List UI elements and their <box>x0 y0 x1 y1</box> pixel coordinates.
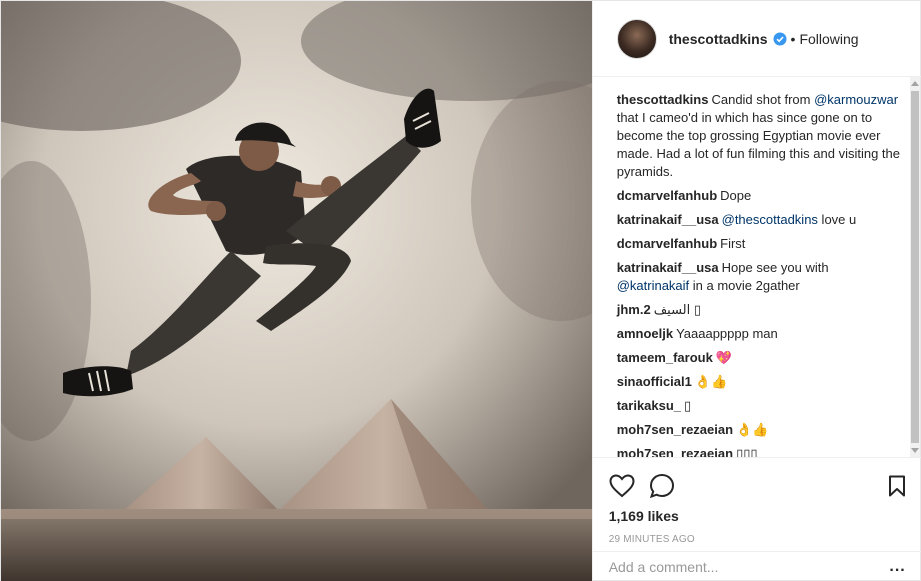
comment-item: amnoeljk Yaaaappppp man <box>617 325 901 343</box>
header-username[interactable]: thescottadkins <box>669 31 768 47</box>
comment-item: tarikaksu_ ▯ <box>617 397 901 415</box>
comment-username[interactable]: thescottadkins <box>617 92 709 107</box>
comment-username[interactable]: dcmarvelfanhub <box>617 236 717 251</box>
comment-username[interactable]: katrinakaif__usa <box>617 260 719 275</box>
comment-item: katrinakaif__usa @thescottadkins love u <box>617 211 901 229</box>
comment-username[interactable]: jhm.2 <box>617 302 651 317</box>
comment-username[interactable]: tameem_farouk <box>617 350 713 365</box>
comment-item: dcmarvelfanhub First <box>617 235 901 253</box>
post-side-panel: thescottadkins • Following thescottadkin… <box>591 1 921 581</box>
post-timestamp[interactable]: 29 MINUTES AGO <box>609 534 906 545</box>
comment-icon[interactable] <box>649 466 689 506</box>
heart-icon[interactable] <box>609 466 649 506</box>
comment-item: moh7sen_rezaeian 👌👍 <box>617 421 901 439</box>
comment-text: Yaaaappppp man <box>676 326 778 341</box>
comments-scrollbar[interactable] <box>910 77 920 457</box>
comment-username[interactable]: moh7sen_rezaeian <box>617 422 733 437</box>
comments-list: thescottadkins Candid shot from @karmouzw… <box>593 77 911 457</box>
comment-username[interactable]: dcmarvelfanhub <box>617 188 717 203</box>
comment-username[interactable]: sinaofficial1 <box>617 374 692 389</box>
comment-item: dcmarvelfanhub Dope <box>617 187 901 205</box>
comment-username[interactable]: katrinakaif__usa <box>617 212 719 227</box>
comment-username[interactable]: amnoeljk <box>617 326 673 341</box>
comment-username[interactable]: moh7sen_rezaeian <box>617 446 733 457</box>
add-comment-bar: ... <box>592 551 921 581</box>
comment-text: ▯ <box>684 398 692 413</box>
post-header: thescottadkins • Following <box>592 1 921 77</box>
scroll-down-arrow-icon[interactable] <box>911 448 919 453</box>
comment-mention-link[interactable]: @katrinakaif <box>617 278 689 293</box>
comment-text: 👌👍 <box>694 374 728 389</box>
bookmark-icon[interactable] <box>866 466 906 506</box>
comment-text: that I cameo'd in which has since gone o… <box>616 110 900 179</box>
scroll-thumb[interactable] <box>911 91 919 443</box>
comment-text: Candid shot from <box>711 92 815 107</box>
action-row <box>609 466 906 506</box>
comment-item: katrinakaif__usa Hope see you with @katri… <box>617 259 901 295</box>
instagram-post: thescottadkins • Following thescottadkin… <box>0 0 921 581</box>
scroll-up-arrow-icon[interactable] <box>911 81 919 86</box>
more-options-icon[interactable]: ... <box>889 558 905 576</box>
comment-text: love u <box>817 212 857 227</box>
comment-text: Dope <box>720 188 752 203</box>
comment-item: sinaofficial1 👌👍 <box>617 373 901 391</box>
header-separator: • <box>790 30 796 47</box>
comment-item: jhm.2 السيف ▯ <box>617 301 901 319</box>
comment-item: thescottadkins Candid shot from @karmouzw… <box>617 91 901 181</box>
post-actions: 1,169 likes 29 MINUTES AGO <box>592 457 921 545</box>
post-photo-art <box>1 1 592 581</box>
comment-mention-link[interactable]: @karmouzwar <box>814 92 898 107</box>
comment-text: 💖 <box>715 350 733 365</box>
post-photo[interactable] <box>1 1 592 581</box>
comment-text: 👌👍 <box>736 422 769 437</box>
comment-text: ▯▯▯ <box>736 446 758 457</box>
likes-count[interactable]: 1,169 likes <box>609 508 906 524</box>
comment-item: tameem_farouk 💖 <box>617 349 901 367</box>
comment-item: moh7sen_rezaeian ▯▯▯ <box>617 445 901 457</box>
comment-text: in a movie 2gather <box>689 278 800 293</box>
comment-text: Hope see you with <box>721 260 829 275</box>
comment-mention-link[interactable]: @thescottadkins <box>722 212 818 227</box>
comment-text: First <box>720 236 746 251</box>
verified-badge-icon <box>773 32 787 46</box>
comment-text: السيف ▯ <box>653 302 702 317</box>
comment-username[interactable]: tarikaksu_ <box>617 398 681 413</box>
following-button[interactable]: Following <box>799 31 858 47</box>
add-comment-input[interactable] <box>608 559 890 575</box>
avatar[interactable] <box>616 18 657 59</box>
